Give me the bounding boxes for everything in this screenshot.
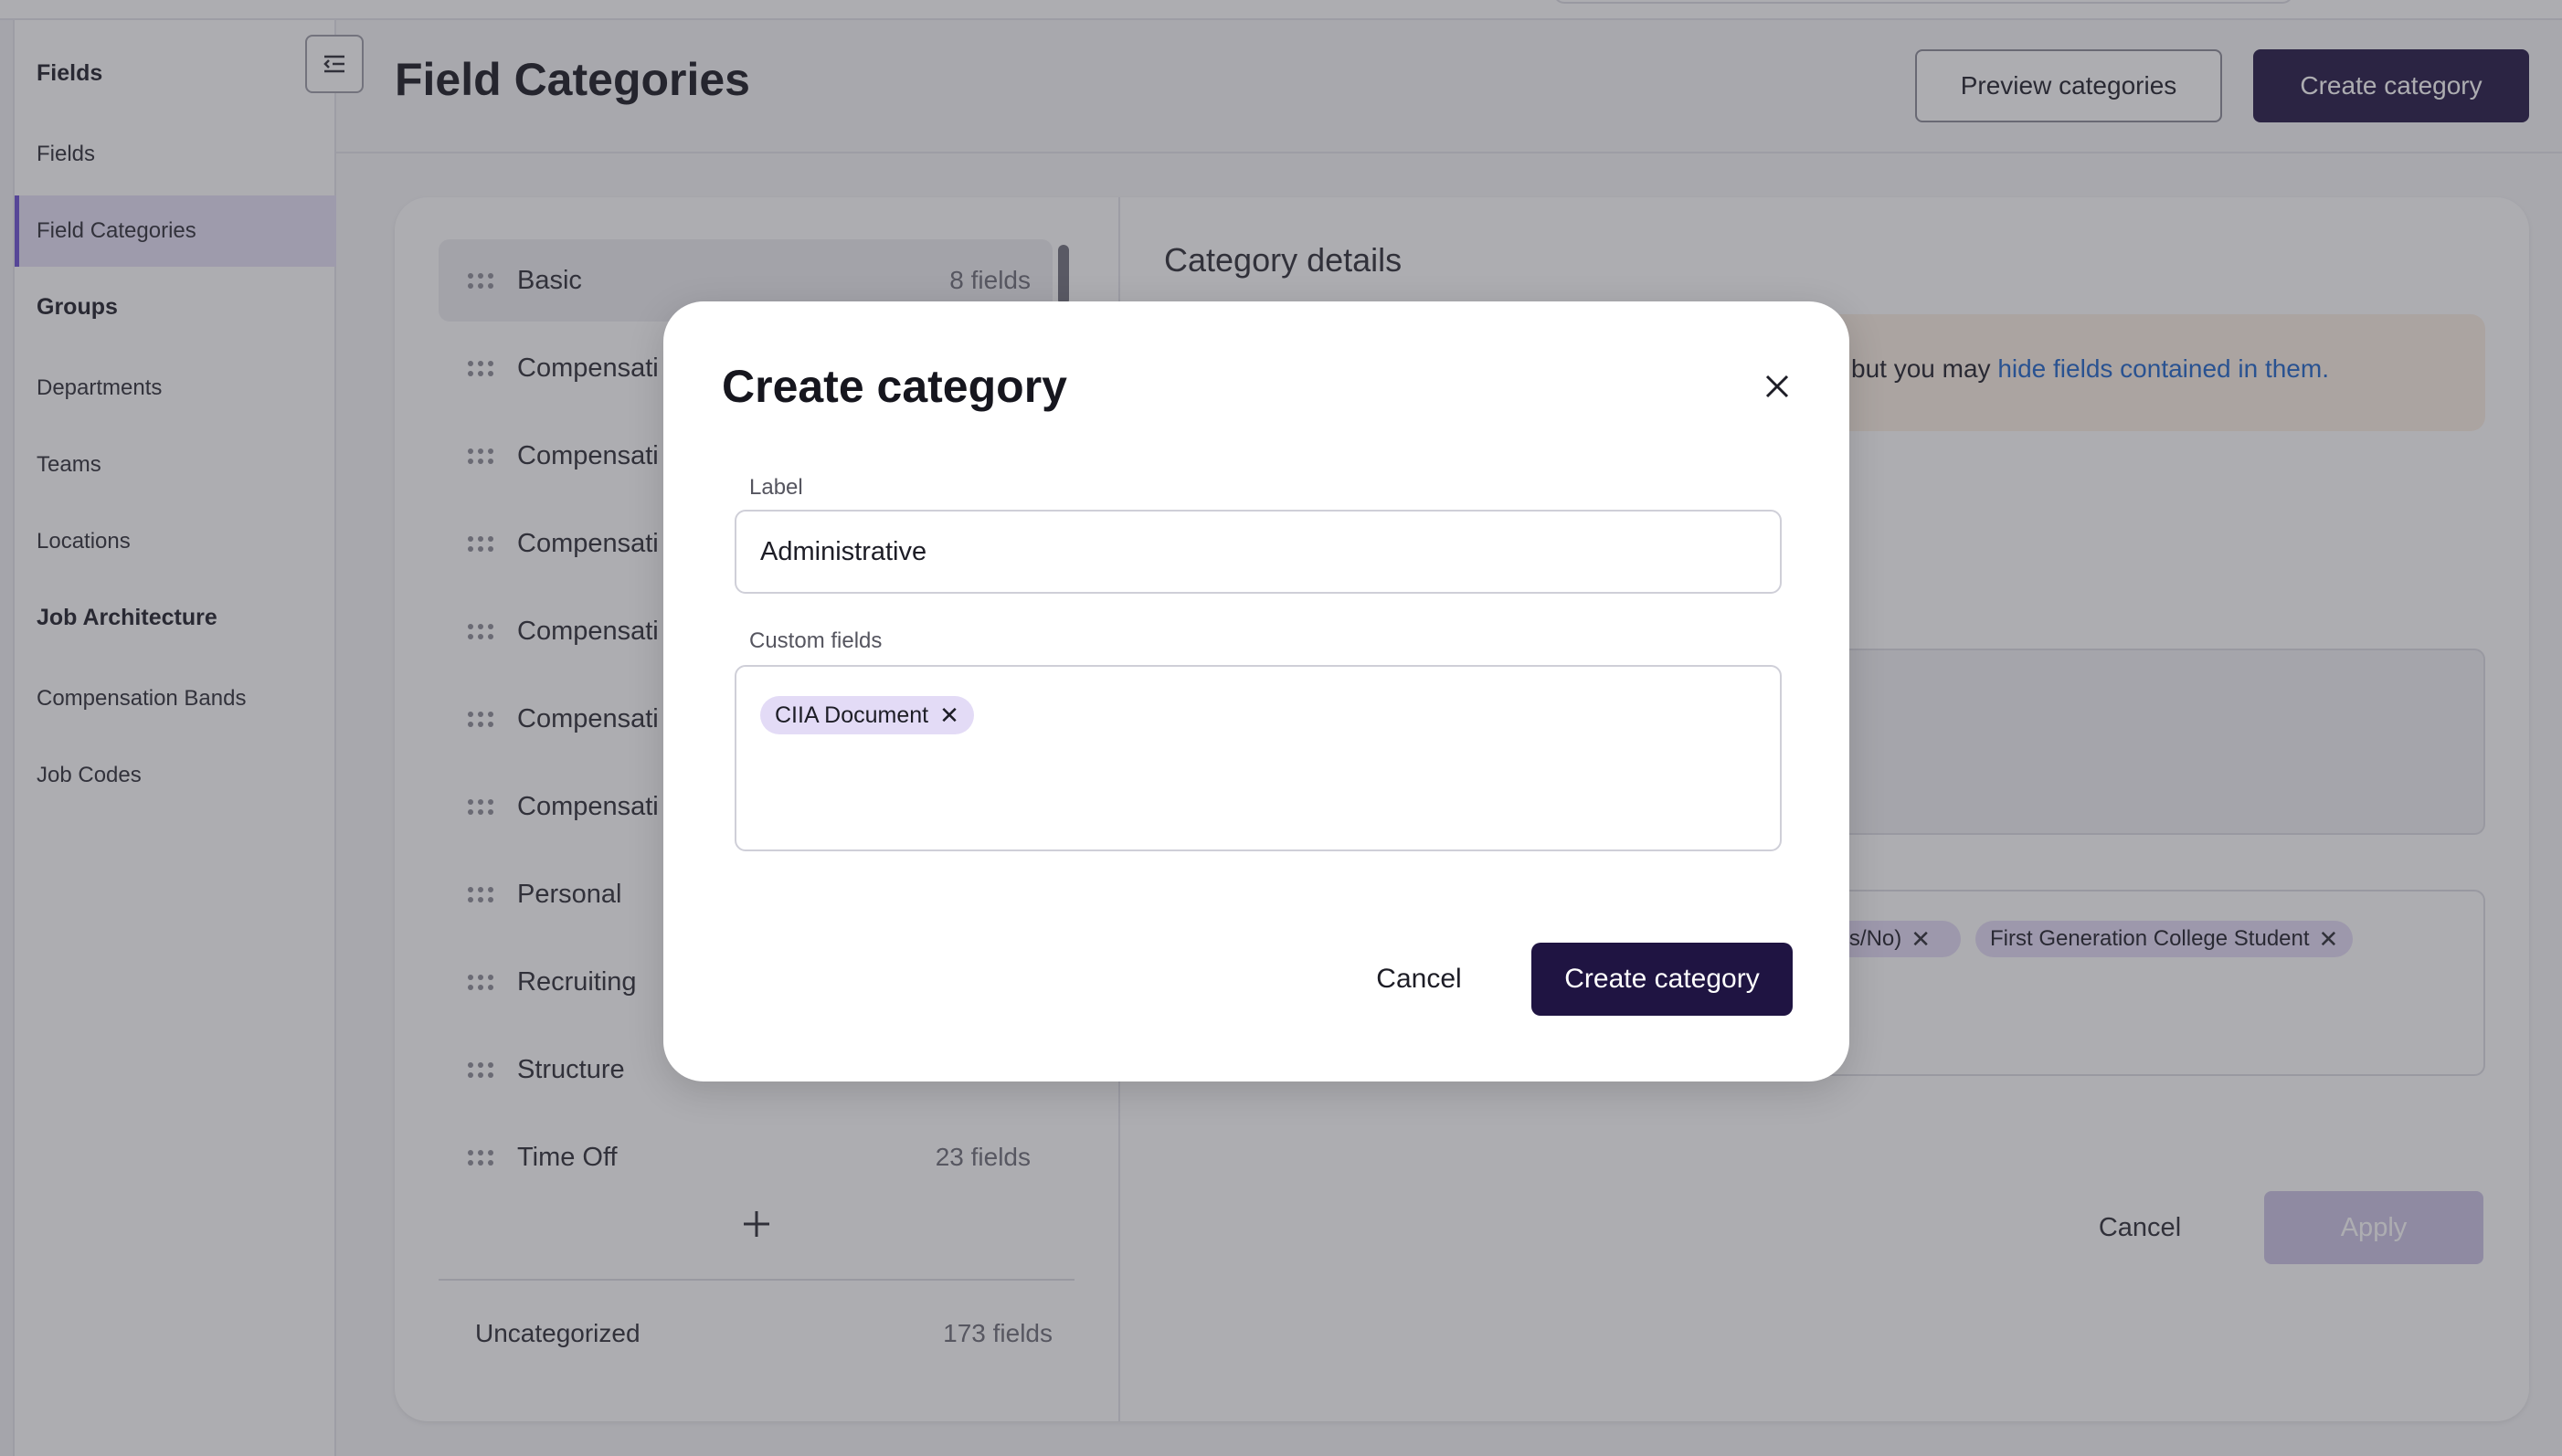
- label-input[interactable]: [735, 510, 1782, 594]
- close-dialog-button[interactable]: [1754, 364, 1800, 409]
- remove-tag-icon[interactable]: ✕: [939, 702, 959, 730]
- custom-field-tag: CIIA Document ✕: [760, 696, 974, 734]
- create-category-dialog: Create category Label Custom fields CIIA…: [663, 301, 1849, 1081]
- close-icon: [1765, 375, 1789, 398]
- tag-label: CIIA Document: [775, 702, 929, 728]
- dialog-cancel-button[interactable]: Cancel: [1343, 943, 1495, 1016]
- custom-fields-label: Custom fields: [749, 628, 883, 653]
- label-field-label: Label: [749, 475, 803, 500]
- custom-fields-input[interactable]: CIIA Document ✕: [735, 665, 1782, 851]
- dialog-title: Create category: [722, 361, 1067, 412]
- dialog-create-button[interactable]: Create category: [1531, 943, 1793, 1016]
